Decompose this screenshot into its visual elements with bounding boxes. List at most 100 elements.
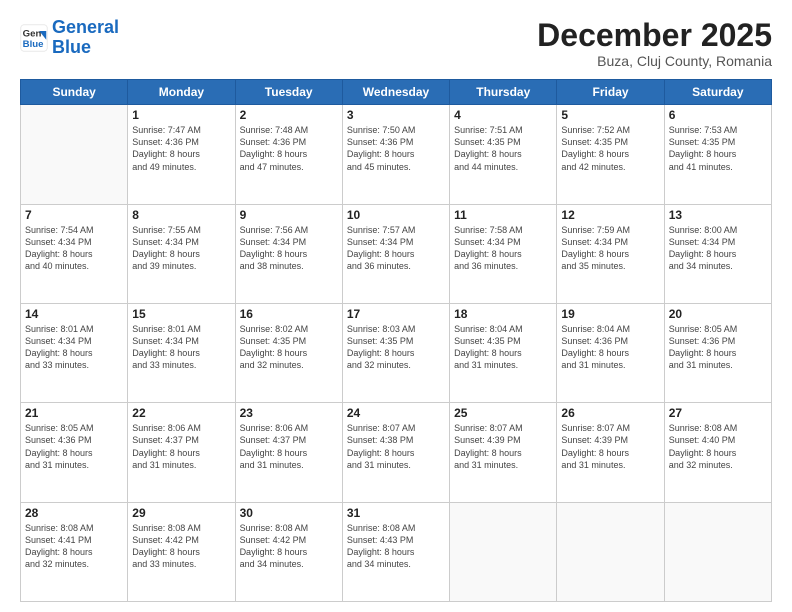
day-number: 22 — [132, 406, 230, 420]
cell-info: Sunrise: 7:48 AMSunset: 4:36 PMDaylight:… — [240, 124, 338, 173]
calendar-cell: 7 Sunrise: 7:54 AMSunset: 4:34 PMDaylight… — [21, 204, 128, 303]
calendar-cell: 5 Sunrise: 7:52 AMSunset: 4:35 PMDaylight… — [557, 105, 664, 204]
day-number: 9 — [240, 208, 338, 222]
day-number: 20 — [669, 307, 767, 321]
month-title: December 2025 — [537, 18, 772, 53]
cell-info: Sunrise: 8:03 AMSunset: 4:35 PMDaylight:… — [347, 323, 445, 372]
cell-info: Sunrise: 7:55 AMSunset: 4:34 PMDaylight:… — [132, 224, 230, 273]
cell-info: Sunrise: 8:04 AMSunset: 4:36 PMDaylight:… — [561, 323, 659, 372]
logo-general: General — [52, 17, 119, 37]
day-number: 10 — [347, 208, 445, 222]
day-number: 7 — [25, 208, 123, 222]
location-subtitle: Buza, Cluj County, Romania — [537, 53, 772, 69]
cell-info: Sunrise: 8:07 AMSunset: 4:38 PMDaylight:… — [347, 422, 445, 471]
weekday-header-tuesday: Tuesday — [235, 80, 342, 105]
logo-blue: Blue — [52, 37, 91, 57]
logo-text: General Blue — [52, 18, 119, 58]
calendar-week-row: 7 Sunrise: 7:54 AMSunset: 4:34 PMDaylight… — [21, 204, 772, 303]
calendar-cell: 20Sunrise: 8:05 AMSunset: 4:36 PMDayligh… — [664, 303, 771, 402]
cell-info: Sunrise: 7:53 AMSunset: 4:35 PMDaylight:… — [669, 124, 767, 173]
cell-info: Sunrise: 7:52 AMSunset: 4:35 PMDaylight:… — [561, 124, 659, 173]
calendar-cell: 9 Sunrise: 7:56 AMSunset: 4:34 PMDaylight… — [235, 204, 342, 303]
calendar-cell: 12 Sunrise: 7:59 AMSunset: 4:34 PMDayligh… — [557, 204, 664, 303]
day-number: 15 — [132, 307, 230, 321]
calendar-cell: 10Sunrise: 7:57 AMSunset: 4:34 PMDayligh… — [342, 204, 449, 303]
calendar-cell: 29 Sunrise: 8:08 AMSunset: 4:42 PMDayligh… — [128, 502, 235, 601]
cell-info: Sunrise: 7:50 AMSunset: 4:36 PMDaylight:… — [347, 124, 445, 173]
day-number: 8 — [132, 208, 230, 222]
svg-text:Gen: Gen — [23, 28, 42, 39]
cell-info: Sunrise: 8:08 AMSunset: 4:41 PMDaylight:… — [25, 522, 123, 571]
calendar-week-row: 28Sunrise: 8:08 AMSunset: 4:41 PMDayligh… — [21, 502, 772, 601]
day-number: 24 — [347, 406, 445, 420]
weekday-header-monday: Monday — [128, 80, 235, 105]
calendar-week-row: 1Sunrise: 7:47 AMSunset: 4:36 PMDaylight… — [21, 105, 772, 204]
day-number: 17 — [347, 307, 445, 321]
cell-info: Sunrise: 8:07 AMSunset: 4:39 PMDaylight:… — [454, 422, 552, 471]
cell-info: Sunrise: 8:08 AMSunset: 4:42 PMDaylight:… — [240, 522, 338, 571]
title-block: December 2025 Buza, Cluj County, Romania — [537, 18, 772, 69]
logo-icon: Gen Blue — [20, 24, 48, 52]
page: Gen Blue General Blue December 2025 Buza… — [0, 0, 792, 612]
day-number: 12 — [561, 208, 659, 222]
calendar-cell: 26 Sunrise: 8:07 AMSunset: 4:39 PMDayligh… — [557, 403, 664, 502]
calendar-cell: 19 Sunrise: 8:04 AMSunset: 4:36 PMDayligh… — [557, 303, 664, 402]
day-number: 27 — [669, 406, 767, 420]
cell-info: Sunrise: 7:56 AMSunset: 4:34 PMDaylight:… — [240, 224, 338, 273]
calendar-cell: 21Sunrise: 8:05 AMSunset: 4:36 PMDayligh… — [21, 403, 128, 502]
calendar-week-row: 14Sunrise: 8:01 AMSunset: 4:34 PMDayligh… — [21, 303, 772, 402]
weekday-header-sunday: Sunday — [21, 80, 128, 105]
day-number: 1 — [132, 108, 230, 122]
cell-info: Sunrise: 8:02 AMSunset: 4:35 PMDaylight:… — [240, 323, 338, 372]
calendar-cell — [557, 502, 664, 601]
calendar-cell: 8 Sunrise: 7:55 AMSunset: 4:34 PMDaylight… — [128, 204, 235, 303]
day-number: 18 — [454, 307, 552, 321]
calendar-cell: 24 Sunrise: 8:07 AMSunset: 4:38 PMDayligh… — [342, 403, 449, 502]
weekday-header-thursday: Thursday — [450, 80, 557, 105]
day-number: 25 — [454, 406, 552, 420]
cell-info: Sunrise: 8:01 AMSunset: 4:34 PMDaylight:… — [25, 323, 123, 372]
calendar-cell: 2Sunrise: 7:48 AMSunset: 4:36 PMDaylight… — [235, 105, 342, 204]
calendar-table: SundayMondayTuesdayWednesdayThursdayFrid… — [20, 79, 772, 602]
calendar-cell: 31Sunrise: 8:08 AMSunset: 4:43 PMDayligh… — [342, 502, 449, 601]
calendar-cell: 1Sunrise: 7:47 AMSunset: 4:36 PMDaylight… — [128, 105, 235, 204]
calendar-cell: 14Sunrise: 8:01 AMSunset: 4:34 PMDayligh… — [21, 303, 128, 402]
weekday-header-saturday: Saturday — [664, 80, 771, 105]
header: Gen Blue General Blue December 2025 Buza… — [20, 18, 772, 69]
logo-text-block: General Blue — [52, 18, 119, 58]
cell-info: Sunrise: 8:00 AMSunset: 4:34 PMDaylight:… — [669, 224, 767, 273]
calendar-cell — [664, 502, 771, 601]
calendar-cell: 28Sunrise: 8:08 AMSunset: 4:41 PMDayligh… — [21, 502, 128, 601]
logo: Gen Blue General Blue — [20, 18, 119, 58]
day-number: 6 — [669, 108, 767, 122]
day-number: 13 — [669, 208, 767, 222]
weekday-header-row: SundayMondayTuesdayWednesdayThursdayFrid… — [21, 80, 772, 105]
cell-info: Sunrise: 8:07 AMSunset: 4:39 PMDaylight:… — [561, 422, 659, 471]
calendar-cell: 23Sunrise: 8:06 AMSunset: 4:37 PMDayligh… — [235, 403, 342, 502]
cell-info: Sunrise: 7:54 AMSunset: 4:34 PMDaylight:… — [25, 224, 123, 273]
cell-info: Sunrise: 7:59 AMSunset: 4:34 PMDaylight:… — [561, 224, 659, 273]
calendar-cell: 4 Sunrise: 7:51 AMSunset: 4:35 PMDaylight… — [450, 105, 557, 204]
day-number: 26 — [561, 406, 659, 420]
day-number: 3 — [347, 108, 445, 122]
day-number: 11 — [454, 208, 552, 222]
cell-info: Sunrise: 8:05 AMSunset: 4:36 PMDaylight:… — [25, 422, 123, 471]
cell-info: Sunrise: 7:51 AMSunset: 4:35 PMDaylight:… — [454, 124, 552, 173]
day-number: 5 — [561, 108, 659, 122]
day-number: 29 — [132, 506, 230, 520]
day-number: 19 — [561, 307, 659, 321]
calendar-cell: 16 Sunrise: 8:02 AMSunset: 4:35 PMDayligh… — [235, 303, 342, 402]
calendar-cell: 15 Sunrise: 8:01 AMSunset: 4:34 PMDayligh… — [128, 303, 235, 402]
day-number: 23 — [240, 406, 338, 420]
day-number: 16 — [240, 307, 338, 321]
calendar-cell: 6 Sunrise: 7:53 AMSunset: 4:35 PMDaylight… — [664, 105, 771, 204]
calendar-cell: 11Sunrise: 7:58 AMSunset: 4:34 PMDayligh… — [450, 204, 557, 303]
calendar-cell: 17 Sunrise: 8:03 AMSunset: 4:35 PMDayligh… — [342, 303, 449, 402]
cell-info: Sunrise: 8:06 AMSunset: 4:37 PMDaylight:… — [132, 422, 230, 471]
weekday-header-friday: Friday — [557, 80, 664, 105]
cell-info: Sunrise: 8:01 AMSunset: 4:34 PMDaylight:… — [132, 323, 230, 372]
day-number: 4 — [454, 108, 552, 122]
calendar-cell: 22 Sunrise: 8:06 AMSunset: 4:37 PMDayligh… — [128, 403, 235, 502]
cell-info: Sunrise: 8:08 AMSunset: 4:43 PMDaylight:… — [347, 522, 445, 571]
cell-info: Sunrise: 8:08 AMSunset: 4:42 PMDaylight:… — [132, 522, 230, 571]
